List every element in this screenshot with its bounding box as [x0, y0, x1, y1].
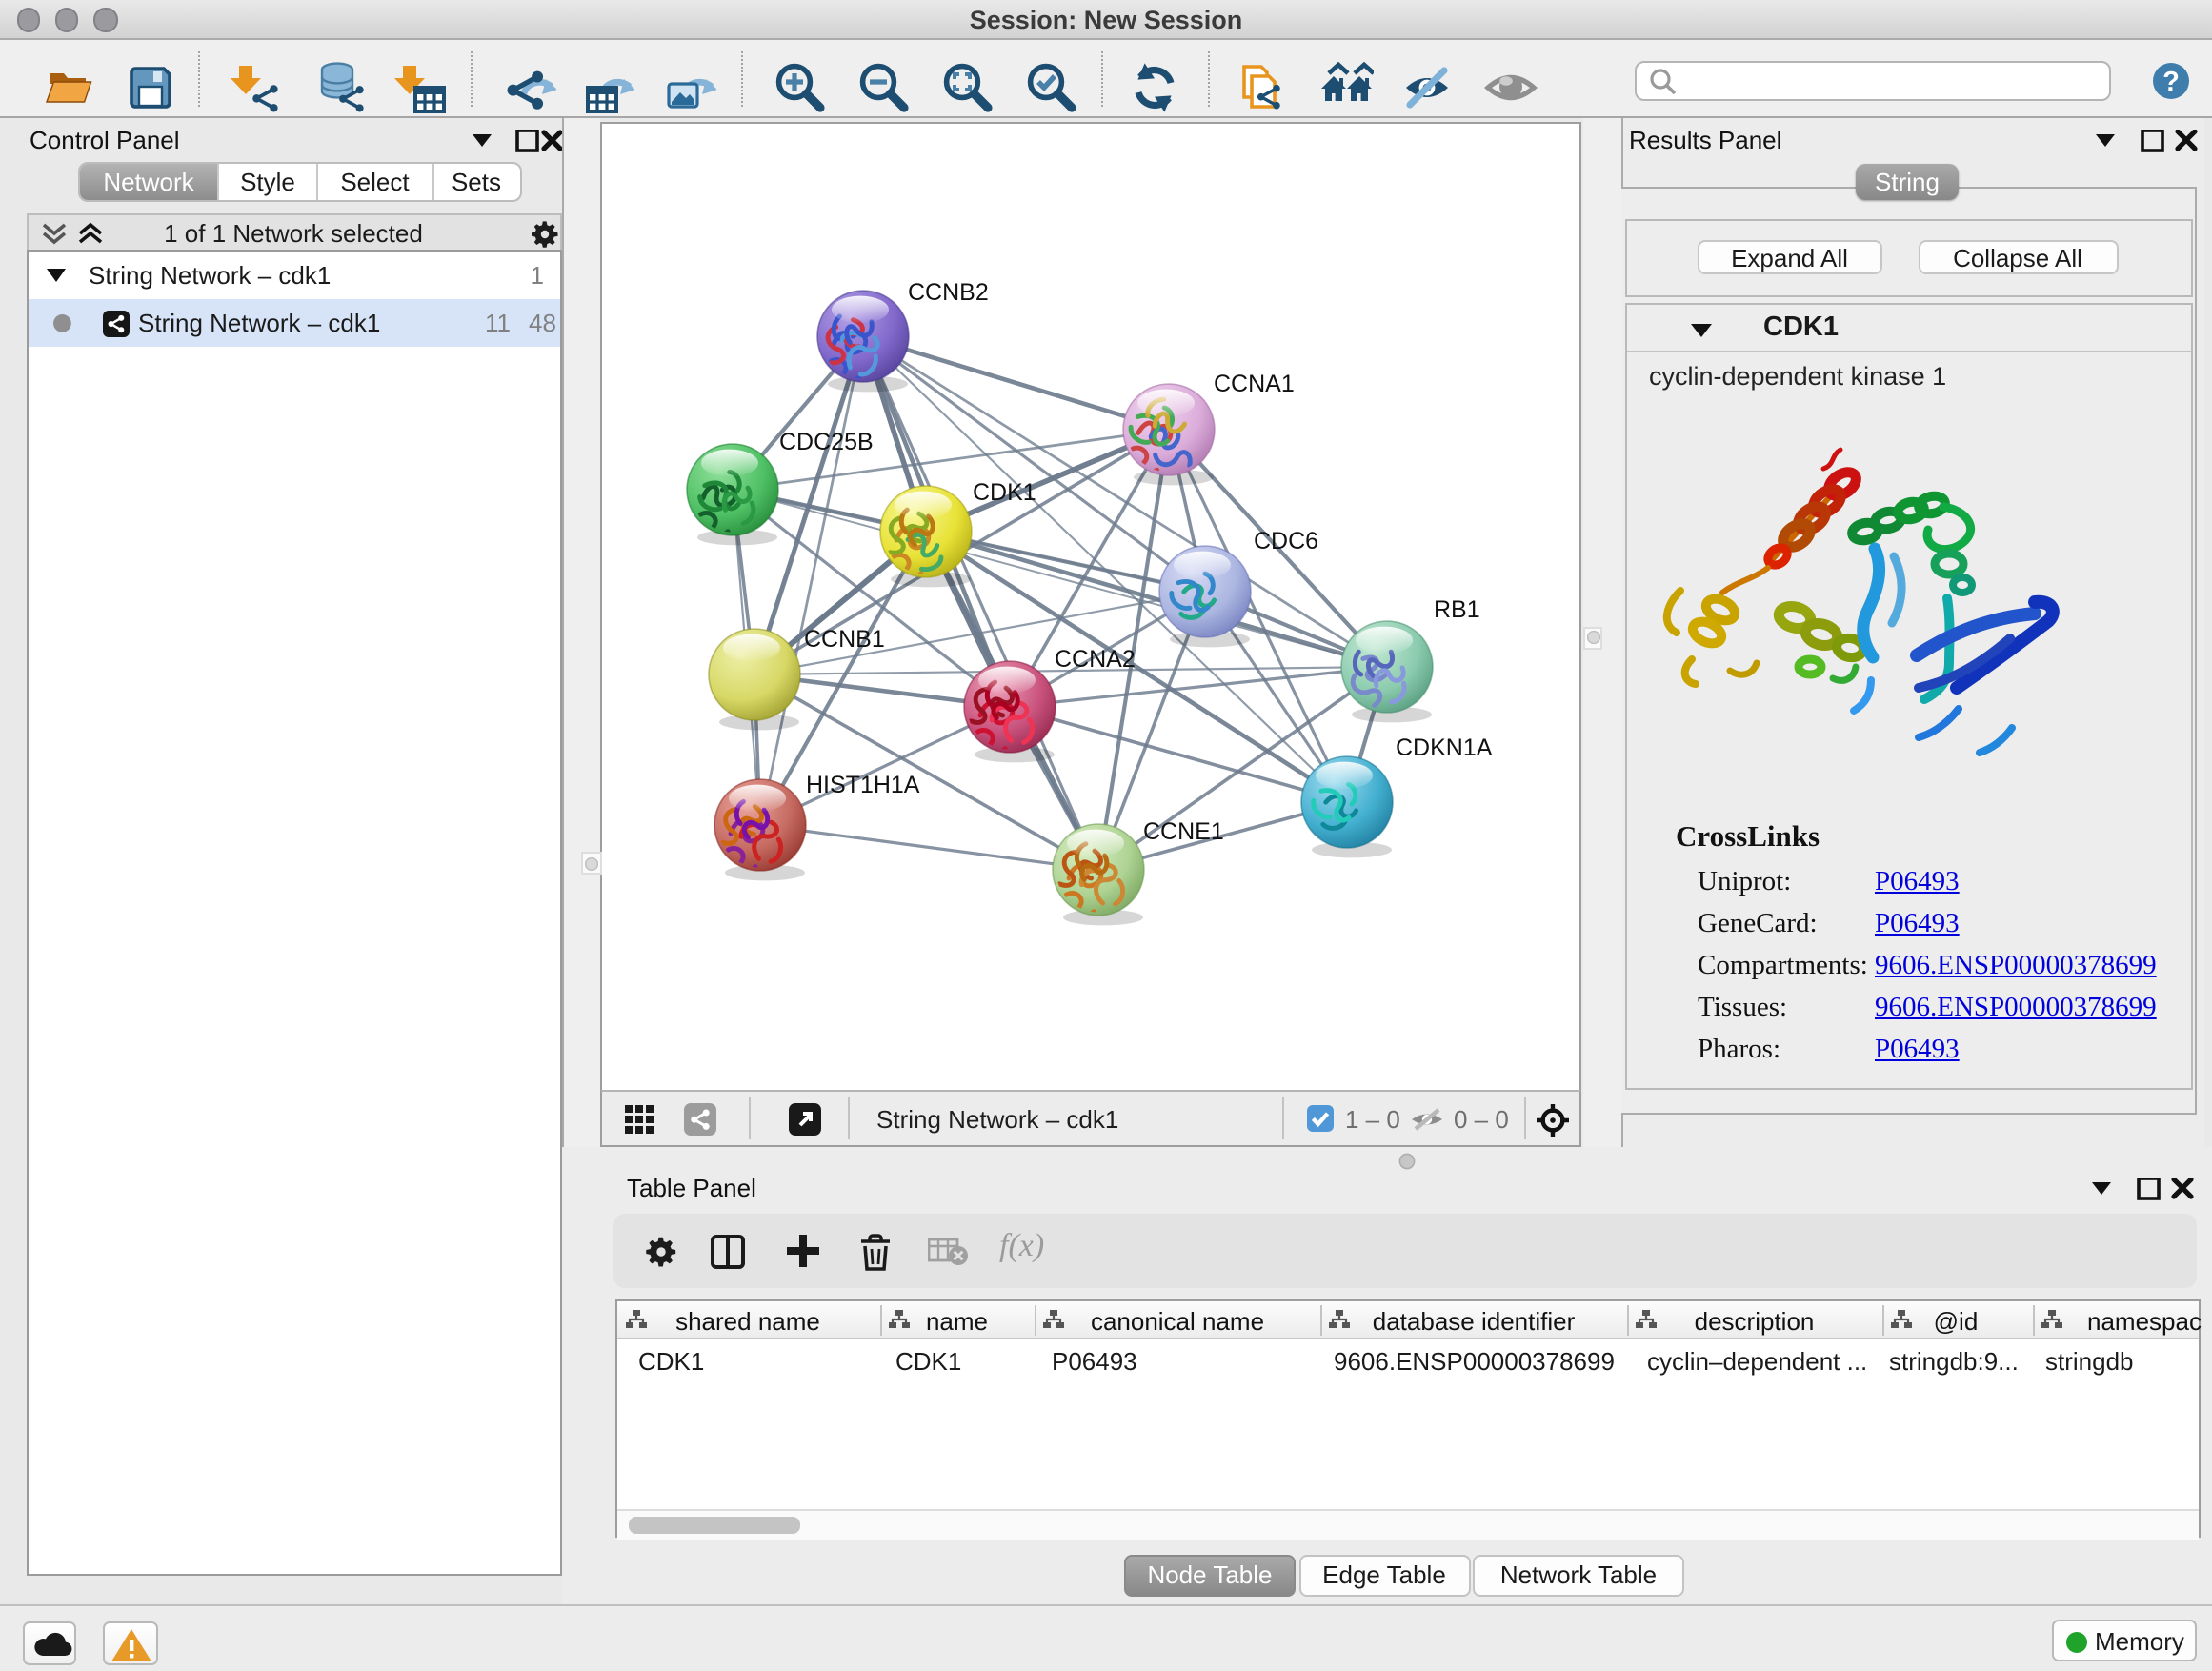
svg-text:CCNA1: CCNA1: [1214, 370, 1295, 396]
svg-text:HIST1H1A: HIST1H1A: [806, 771, 920, 797]
svg-text:RB1: RB1: [1434, 595, 1480, 622]
svg-text:CCNB1: CCNB1: [804, 625, 885, 652]
svg-text:CCNA2: CCNA2: [1055, 645, 1136, 672]
svg-text:CDKN1A: CDKN1A: [1396, 734, 1493, 760]
svg-text:CDC6: CDC6: [1254, 527, 1318, 554]
svg-text:CCNB2: CCNB2: [908, 278, 989, 305]
svg-text:CDC25B: CDC25B: [779, 428, 874, 454]
svg-text:CCNE1: CCNE1: [1143, 817, 1224, 844]
svg-text:CDK1: CDK1: [973, 478, 1036, 505]
svg-text:?: ?: [2162, 67, 2179, 97]
